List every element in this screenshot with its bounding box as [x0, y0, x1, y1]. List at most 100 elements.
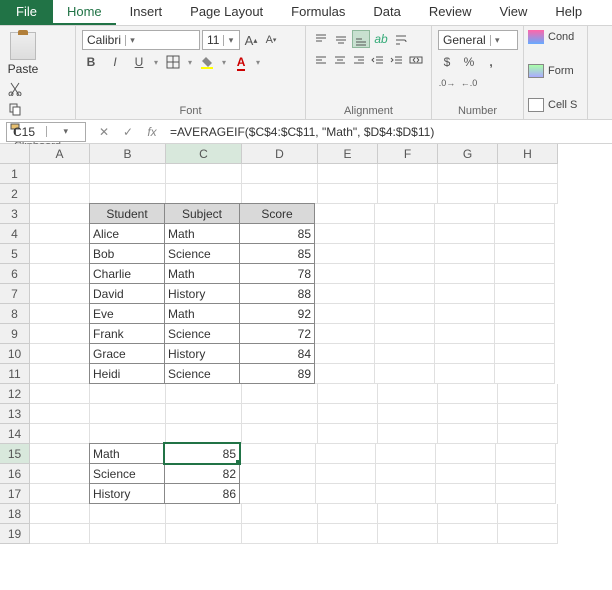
cell[interactable]	[90, 384, 166, 404]
column-header[interactable]: H	[498, 144, 558, 164]
increase-indent-button[interactable]	[389, 51, 406, 69]
cell[interactable]	[166, 424, 242, 444]
cell[interactable]	[498, 424, 558, 444]
column-header[interactable]: G	[438, 144, 498, 164]
select-all-corner[interactable]	[0, 144, 30, 164]
italic-button[interactable]: I	[106, 53, 124, 71]
decrease-font-button[interactable]: A▾	[262, 31, 280, 49]
cell[interactable]	[30, 424, 90, 444]
row-header[interactable]: 7	[0, 284, 30, 304]
cell[interactable]: Science	[164, 363, 240, 384]
cell[interactable]	[166, 184, 242, 204]
cell[interactable]: David	[89, 283, 165, 304]
cell[interactable]	[166, 524, 242, 544]
font-size-combo[interactable]: 11▾	[202, 30, 240, 50]
row-header[interactable]: 12	[0, 384, 30, 404]
cell[interactable]: 72	[239, 323, 315, 344]
conditional-formatting-button[interactable]: Cond	[528, 30, 583, 44]
cell[interactable]	[378, 424, 438, 444]
currency-button[interactable]: $	[438, 53, 456, 71]
cell[interactable]	[436, 464, 496, 484]
orientation-button[interactable]: ab	[372, 30, 390, 48]
cell[interactable]	[438, 384, 498, 404]
cell[interactable]	[318, 164, 378, 184]
cell[interactable]	[30, 184, 90, 204]
row-header[interactable]: 8	[0, 304, 30, 324]
cell[interactable]	[375, 304, 435, 324]
cell[interactable]	[435, 204, 495, 224]
cell[interactable]: Math	[164, 223, 240, 244]
cell[interactable]	[315, 364, 375, 384]
cell[interactable]	[315, 204, 375, 224]
row-header[interactable]: 5	[0, 244, 30, 264]
align-bottom-button[interactable]	[352, 30, 370, 48]
cell[interactable]: Eve	[89, 303, 165, 324]
cell[interactable]	[378, 384, 438, 404]
cell[interactable]	[90, 524, 166, 544]
tab-insert[interactable]: Insert	[116, 0, 177, 25]
row-header[interactable]: 6	[0, 264, 30, 284]
cell[interactable]	[240, 484, 316, 504]
align-top-button[interactable]	[312, 30, 330, 48]
increase-font-button[interactable]: A▴	[242, 31, 260, 49]
cell[interactable]	[375, 244, 435, 264]
cell[interactable]	[166, 384, 242, 404]
cell[interactable]	[242, 524, 318, 544]
cell[interactable]	[30, 344, 90, 364]
cell[interactable]	[242, 164, 318, 184]
cell[interactable]	[30, 224, 90, 244]
cell[interactable]: History	[164, 343, 240, 364]
cell[interactable]: 85	[164, 443, 240, 464]
align-center-button[interactable]	[331, 51, 348, 69]
cell[interactable]	[318, 404, 378, 424]
cell[interactable]: Student	[89, 203, 165, 224]
cell[interactable]: Grace	[89, 343, 165, 364]
cell[interactable]	[438, 164, 498, 184]
cell[interactable]	[375, 344, 435, 364]
cell[interactable]	[30, 264, 90, 284]
column-header[interactable]: B	[90, 144, 166, 164]
cell[interactable]	[378, 164, 438, 184]
cell[interactable]	[90, 184, 166, 204]
cell[interactable]	[30, 404, 90, 424]
format-table-button[interactable]: Form	[528, 64, 583, 78]
enter-formula-button[interactable]: ✓	[116, 125, 140, 139]
cell[interactable]: Frank	[89, 323, 165, 344]
cell[interactable]	[495, 364, 555, 384]
cell[interactable]	[242, 384, 318, 404]
row-header[interactable]: 14	[0, 424, 30, 444]
cell[interactable]	[498, 404, 558, 424]
wrap-text-button[interactable]	[392, 30, 410, 48]
cell[interactable]	[30, 244, 90, 264]
cell[interactable]	[376, 464, 436, 484]
cell[interactable]	[315, 344, 375, 364]
cell[interactable]	[90, 504, 166, 524]
cell[interactable]	[166, 404, 242, 424]
cancel-formula-button[interactable]: ✕	[92, 125, 116, 139]
column-header[interactable]: F	[378, 144, 438, 164]
percent-button[interactable]: %	[460, 53, 478, 71]
cell[interactable]	[30, 484, 90, 504]
cell[interactable]	[316, 464, 376, 484]
cell[interactable]	[30, 304, 90, 324]
cell[interactable]: Subject	[164, 203, 240, 224]
cell[interactable]	[496, 464, 556, 484]
row-header[interactable]: 4	[0, 224, 30, 244]
cell[interactable]: 89	[239, 363, 315, 384]
copy-button[interactable]	[6, 100, 24, 118]
cell[interactable]	[378, 404, 438, 424]
cell[interactable]: 78	[239, 263, 315, 284]
tab-page-layout[interactable]: Page Layout	[176, 0, 277, 25]
cell[interactable]: Math	[164, 303, 240, 324]
cell[interactable]	[495, 344, 555, 364]
cell[interactable]	[30, 384, 90, 404]
cell[interactable]	[315, 324, 375, 344]
column-header[interactable]: C	[166, 144, 242, 164]
row-header[interactable]: 10	[0, 344, 30, 364]
cell[interactable]: Heidi	[89, 363, 165, 384]
cell[interactable]	[315, 244, 375, 264]
cell[interactable]	[495, 284, 555, 304]
cell[interactable]	[375, 364, 435, 384]
align-left-button[interactable]	[312, 51, 329, 69]
cell[interactable]	[498, 524, 558, 544]
